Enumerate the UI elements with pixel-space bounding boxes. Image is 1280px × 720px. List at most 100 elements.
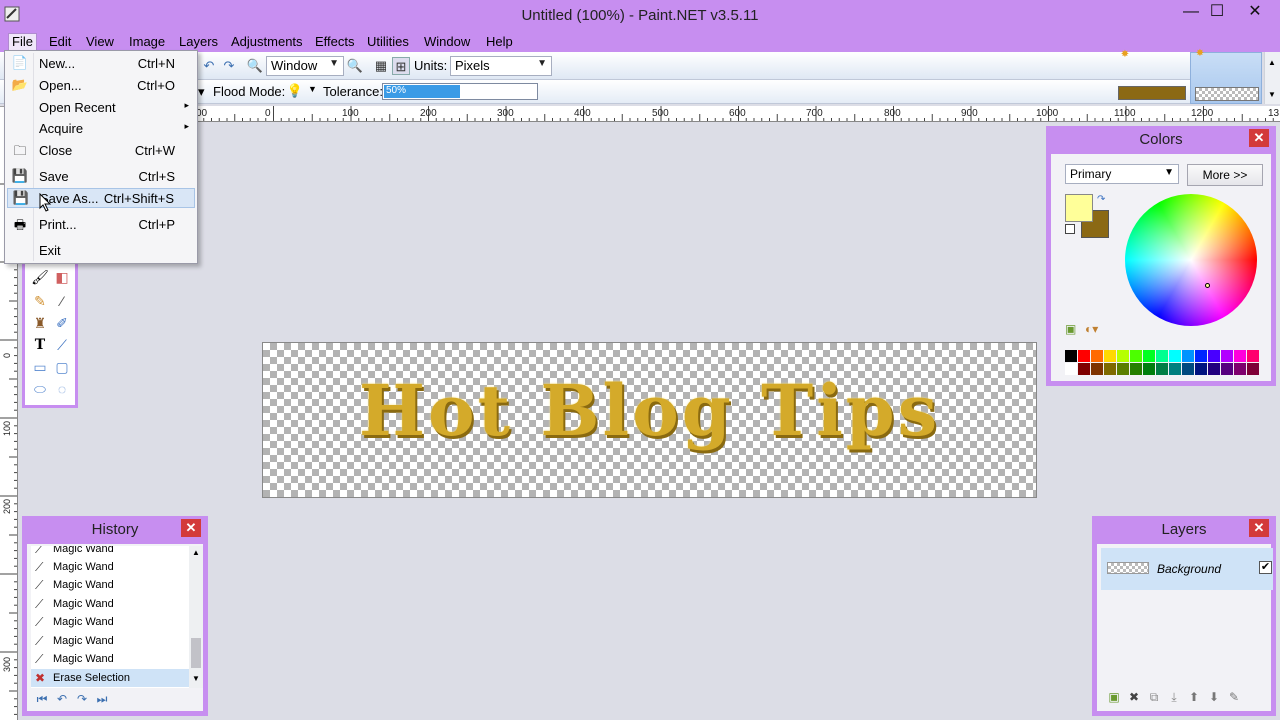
menu-edit[interactable]: Edit — [45, 34, 75, 49]
recolor-icon[interactable]: ✐ — [53, 314, 71, 332]
close-window-button[interactable]: ✕ — [1240, 2, 1270, 24]
move-layer-up-icon[interactable]: ⬆ — [1185, 688, 1203, 706]
menu-file[interactable]: File — [8, 33, 37, 51]
palette-swatch[interactable] — [1182, 350, 1194, 362]
ellipse-icon[interactable]: ⬭ — [31, 380, 49, 398]
image-tab-thumbnail[interactable] — [1118, 86, 1186, 100]
rewind-icon[interactable]: ⏮ — [33, 690, 51, 708]
color-wheel[interactable] — [1125, 194, 1257, 326]
palette-swatch[interactable] — [1130, 363, 1142, 375]
scroll-up-icon[interactable]: ▲ — [192, 548, 200, 557]
merge-layer-down-icon[interactable]: ⤓ — [1165, 688, 1183, 706]
text-tool-icon[interactable]: T — [31, 336, 49, 354]
menu-window[interactable]: Window — [420, 34, 474, 49]
palette-swatch[interactable] — [1104, 350, 1116, 362]
menu-item-close[interactable]: 🗀 Close Ctrl+W — [7, 141, 195, 161]
palette-swatch[interactable] — [1143, 363, 1155, 375]
palette-swatch[interactable] — [1156, 350, 1168, 362]
pencil-icon[interactable]: ✎ — [31, 292, 49, 310]
zoom-in-icon[interactable]: 🔍 — [346, 57, 364, 75]
menu-item-acquire[interactable]: Acquire ▸ — [7, 119, 195, 139]
menu-item-exit[interactable]: Exit — [7, 241, 195, 261]
palette-swatch[interactable] — [1208, 363, 1220, 375]
history-scrollbar[interactable]: ▲ ▼ — [189, 546, 203, 688]
zoom-select[interactable]: Window ▼ — [266, 56, 344, 76]
paintbrush-icon[interactable]: 🖌 — [31, 268, 49, 286]
scroll-down-icon[interactable]: ▼ — [1268, 90, 1276, 99]
palette-swatch[interactable] — [1247, 350, 1259, 362]
menu-help[interactable]: Help — [482, 34, 517, 49]
freeform-shape-icon[interactable]: ◌ — [53, 380, 71, 398]
palette-swatch[interactable] — [1065, 350, 1077, 362]
fast-forward-icon[interactable]: ⏭ — [93, 690, 111, 708]
palette-swatch[interactable] — [1117, 363, 1129, 375]
zoom-out-icon[interactable]: 🔍 — [246, 57, 264, 75]
menu-view[interactable]: View — [82, 34, 118, 49]
menu-layers[interactable]: Layers — [175, 34, 222, 49]
palette-menu-icon[interactable]: ◐▾ — [1085, 322, 1098, 336]
menu-item-open[interactable]: 📂 Open... Ctrl+O — [7, 76, 195, 96]
menu-item-print[interactable]: 🖶 Print... Ctrl+P — [7, 215, 195, 235]
palette-swatch[interactable] — [1065, 363, 1077, 375]
palette-swatch[interactable] — [1091, 350, 1103, 362]
delete-layer-icon[interactable]: ✖ — [1125, 688, 1143, 706]
history-item[interactable]: ⟋ Magic Wand — [31, 650, 191, 668]
close-icon[interactable]: ✕ — [1249, 519, 1269, 537]
palette-swatch[interactable] — [1221, 363, 1233, 375]
palette-swatch[interactable] — [1195, 350, 1207, 362]
clone-stamp-icon[interactable]: ♜ — [31, 314, 49, 332]
scroll-down-icon[interactable]: ▼ — [192, 674, 200, 683]
flood-mode-icon[interactable]: 💡 — [286, 82, 304, 100]
tolerance-slider[interactable]: 50% — [382, 83, 538, 100]
units-select[interactable]: Pixels ▼ — [450, 56, 552, 76]
palette-swatch[interactable] — [1169, 350, 1181, 362]
palette-swatch[interactable] — [1143, 350, 1155, 362]
palette-swatch[interactable] — [1234, 363, 1246, 375]
swap-colors-icon[interactable]: ↷ — [1097, 194, 1105, 205]
menu-item-open-recent[interactable]: Open Recent ▸ — [7, 98, 195, 118]
redo-icon[interactable]: ↷ — [220, 57, 238, 75]
line-curve-icon[interactable]: ⟋ — [53, 336, 71, 354]
color-palette[interactable] — [1065, 350, 1265, 378]
palette-swatch[interactable] — [1104, 363, 1116, 375]
redo-icon[interactable]: ↷ — [73, 690, 91, 708]
palette-swatch[interactable] — [1091, 363, 1103, 375]
palette-swatch[interactable] — [1208, 350, 1220, 362]
palette-swatch[interactable] — [1221, 350, 1233, 362]
add-color-icon[interactable]: ▣ — [1065, 322, 1076, 336]
palette-swatch[interactable] — [1130, 350, 1142, 362]
image-list-scrollbar[interactable]: ▲ ▼ — [1264, 52, 1280, 104]
history-panel-header[interactable]: History ✕ — [27, 516, 203, 544]
layer-visibility-checkbox[interactable]: ✔ — [1259, 561, 1272, 574]
palette-swatch[interactable] — [1182, 363, 1194, 375]
rectangle-icon[interactable]: ▭ — [31, 358, 49, 376]
color-mode-select[interactable]: Primary ▼ — [1065, 164, 1179, 184]
add-layer-icon[interactable]: ▣ — [1105, 688, 1123, 706]
color-picker-icon[interactable]: ⁄ — [53, 292, 71, 310]
history-item[interactable]: ⟋ Magic Wand — [31, 632, 191, 650]
history-item[interactable]: ⟋ Magic Wand — [31, 546, 191, 558]
undo-icon[interactable]: ↶ — [200, 57, 218, 75]
layer-properties-icon[interactable]: ✎ — [1225, 688, 1243, 706]
image-canvas[interactable]: Hot Blog Tips — [262, 342, 1037, 498]
maximize-button[interactable]: ☐ — [1202, 2, 1232, 24]
history-item[interactable]: ⟋ Magic Wand — [31, 613, 191, 631]
menu-image[interactable]: Image — [125, 34, 169, 49]
menu-adjustments[interactable]: Adjustments — [227, 34, 307, 49]
palette-swatch[interactable] — [1078, 363, 1090, 375]
menu-item-save-as[interactable]: 💾 Save As... Ctrl+Shift+S — [7, 188, 195, 208]
palette-swatch[interactable] — [1247, 363, 1259, 375]
eraser-icon[interactable]: ◧ — [53, 268, 71, 286]
undo-icon[interactable]: ↶ — [53, 690, 71, 708]
palette-swatch[interactable] — [1195, 363, 1207, 375]
history-item[interactable]: ⟋ Magic Wand — [31, 595, 191, 613]
menu-utilities[interactable]: Utilities — [363, 34, 413, 49]
grid-icon[interactable]: ▦ — [372, 57, 390, 75]
history-item-selected[interactable]: ✖ Erase Selection — [31, 669, 191, 687]
primary-color-swatch[interactable] — [1065, 194, 1093, 222]
history-item[interactable]: ⟋ Magic Wand — [31, 576, 191, 594]
reset-colors-icon[interactable] — [1065, 224, 1075, 234]
palette-swatch[interactable] — [1156, 363, 1168, 375]
menu-item-new[interactable]: 📄 New... Ctrl+N — [7, 54, 195, 74]
rounded-rectangle-icon[interactable]: ▢ — [53, 358, 71, 376]
